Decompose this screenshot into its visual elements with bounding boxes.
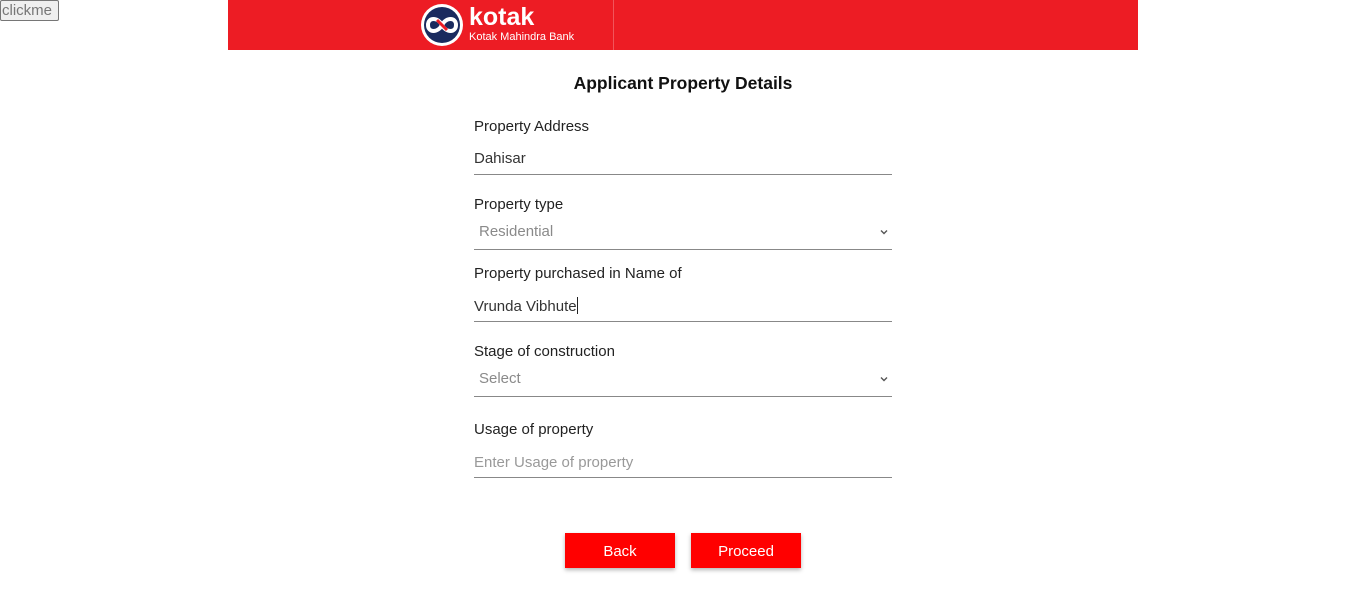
brand-logo[interactable]: kotak Kotak Mahindra Bank: [419, 3, 574, 47]
property-type-select[interactable]: Residential: [479, 223, 553, 240]
purchased-name-label: Property purchased in Name of: [474, 265, 682, 282]
property-address-input[interactable]: Dahisar: [474, 150, 526, 167]
purchased-name-input[interactable]: Vrunda Vibhute: [474, 297, 578, 315]
chevron-down-icon[interactable]: [880, 228, 888, 236]
purchased-name-value: Vrunda Vibhute: [474, 298, 577, 315]
purchased-name-field: Property purchased in Name of Vrunda Vib…: [474, 265, 892, 323]
construction-stage-underline: [474, 396, 892, 397]
clickme-button[interactable]: clickme: [0, 0, 59, 21]
brand-subtitle: Kotak Mahindra Bank: [469, 31, 575, 43]
purchased-name-underline: [474, 321, 892, 322]
text-cursor: [576, 297, 578, 314]
construction-stage-select[interactable]: Select: [479, 370, 521, 387]
property-address-underline: [474, 174, 892, 175]
kotak-logo-icon: [421, 4, 463, 46]
construction-stage-field: Stage of construction Select: [474, 343, 892, 398]
property-usage-underline: [474, 477, 892, 478]
page-title: Applicant Property Details: [573, 73, 793, 93]
property-address-label: Property Address: [474, 118, 590, 135]
property-usage-label: Usage of property: [474, 421, 594, 438]
proceed-button[interactable]: Proceed: [691, 533, 801, 568]
back-button[interactable]: Back: [565, 533, 675, 568]
brand-name: kotak: [469, 3, 535, 31]
property-type-field: Property type Residential: [474, 196, 892, 251]
header-bar: kotak Kotak Mahindra Bank: [228, 0, 1138, 50]
brand-text: kotak Kotak Mahindra Bank: [469, 3, 575, 43]
chevron-down-icon[interactable]: [880, 375, 888, 383]
construction-stage-label: Stage of construction: [474, 343, 615, 360]
property-type-label: Property type: [474, 196, 564, 213]
property-usage-field: Usage of property Enter Usage of propert…: [474, 421, 892, 479]
property-type-underline: [474, 249, 892, 250]
header-divider: [613, 0, 614, 50]
property-usage-input[interactable]: Enter Usage of property: [474, 454, 633, 471]
property-address-field: Property Address Dahisar: [474, 118, 892, 176]
